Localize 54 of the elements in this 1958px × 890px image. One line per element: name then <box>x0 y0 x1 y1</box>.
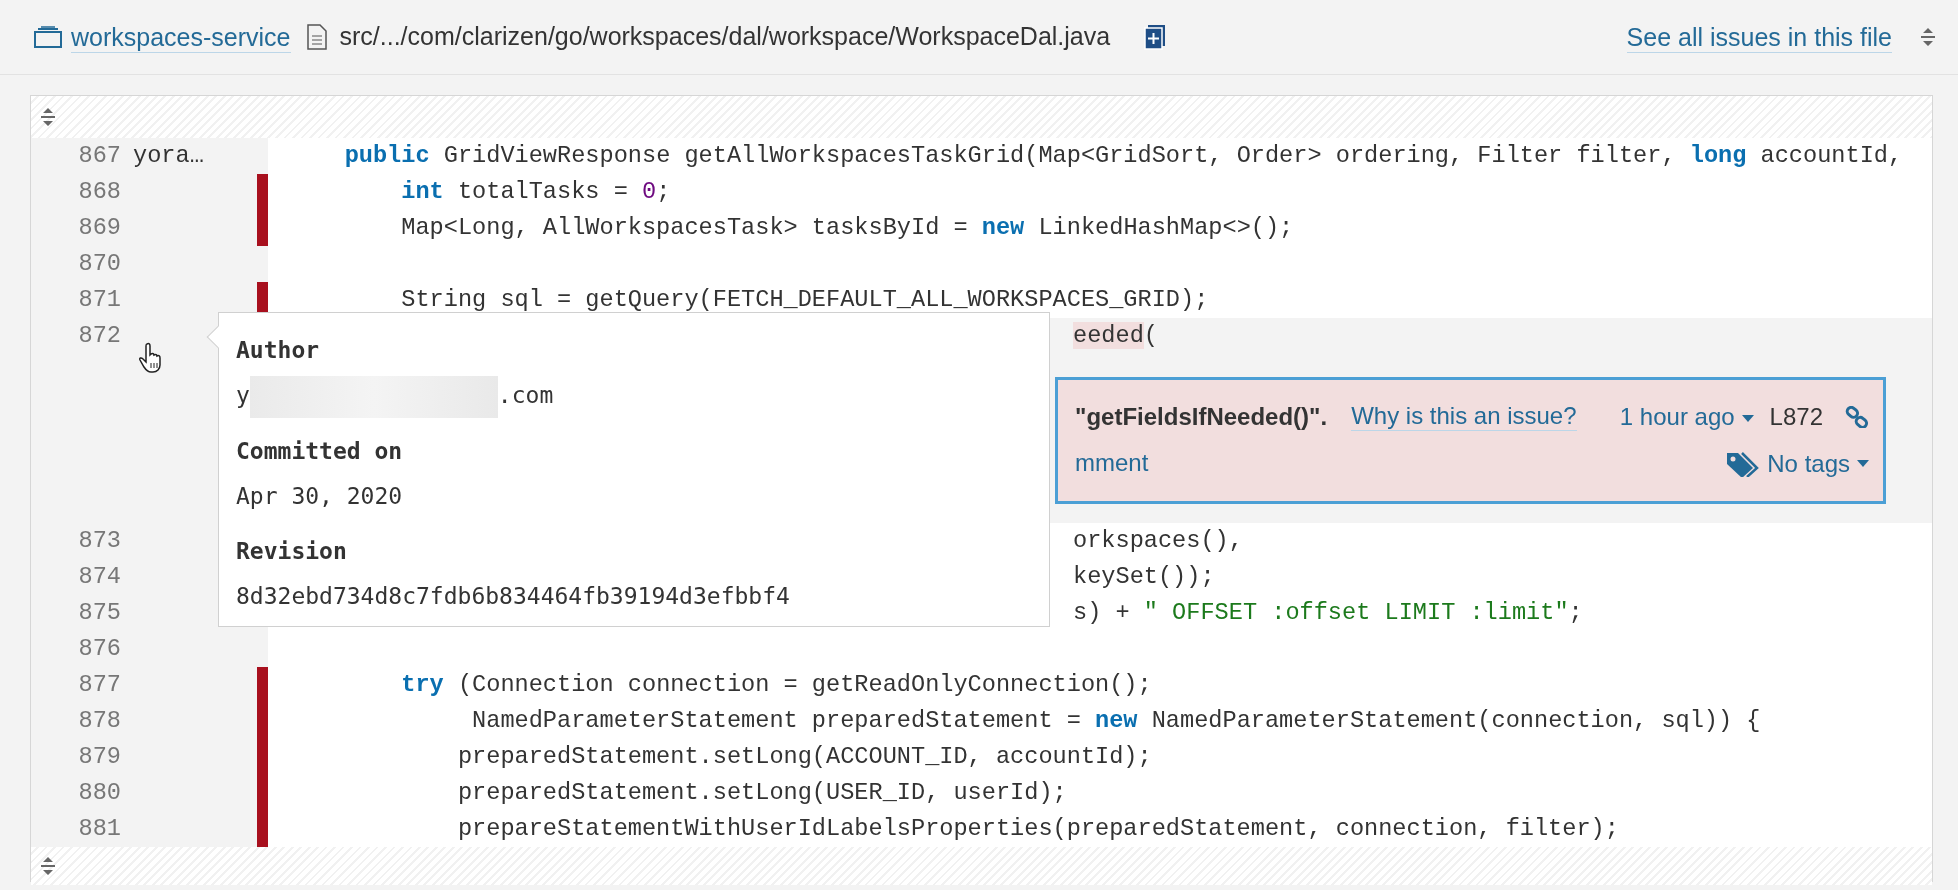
see-all-issues-link[interactable]: See all issues in this file <box>1626 21 1892 53</box>
code-line: preparedStatement.setLong(USER_ID, userId); <box>456 779 1067 807</box>
file-icon <box>306 24 327 50</box>
code-line: public GridViewResponse getAllWorkspacesTaskGrid(Map<GridSort, Order> ordering, Filter filter, long accountId, <box>343 142 1903 169</box>
expand-icon[interactable] <box>40 856 56 877</box>
line-number: 874 <box>77 562 122 593</box>
caret-icon <box>1857 459 1869 468</box>
commit-date: Apr 30, 2020 <box>236 481 404 511</box>
line-number: 873 <box>77 526 122 557</box>
stack-icon <box>34 26 62 48</box>
expand-icon[interactable] <box>1920 27 1936 47</box>
line-number: 870 <box>77 249 122 279</box>
tags-dropdown[interactable]: No tags <box>1725 448 1869 480</box>
document-plus-icon[interactable] <box>1144 24 1167 50</box>
code-line: String sql = getQuery(FETCH_DEFAULT_ALL_WORKSPACES_GRID); <box>400 286 1209 313</box>
line-number: 871 <box>77 285 122 315</box>
line-number: 877 <box>77 670 122 701</box>
caret-icon <box>1741 414 1754 423</box>
line-number: 876 <box>77 634 122 665</box>
link-icon[interactable] <box>1845 405 1869 428</box>
code-line: keySet()); <box>1073 563 1215 591</box>
code-line: preparedStatement.setLong(ACCOUNT_ID, accountId); <box>456 743 1152 771</box>
line-number: 880 <box>77 778 122 809</box>
line-number: 867 <box>77 141 122 171</box>
age-dropdown[interactable]: 1 hour ago <box>1619 401 1754 433</box>
author-email-start: y <box>236 382 250 408</box>
code-line: int totalTasks = 0; <box>400 178 671 205</box>
line-number: 869 <box>77 213 122 243</box>
code-line: NamedParameterStatement preparedStatement = new NamedParameterStatement(connection, sql)) { <box>471 707 1761 735</box>
why-issue-link[interactable]: Why is this an issue? <box>1351 401 1577 432</box>
popup-label: Author <box>236 336 321 365</box>
comment-link[interactable]: mment <box>1075 449 1149 479</box>
file-path: src/.../com/clarizen/go/workspaces/dal/workspace/WorkspaceDal.java <box>339 21 1111 53</box>
line-number: 872 <box>77 321 122 351</box>
line-number: 868 <box>77 177 122 207</box>
expand-icon[interactable] <box>40 107 56 127</box>
popup-label: Revision <box>236 536 348 566</box>
issue-message: "getFieldsIfNeeded()". <box>1075 402 1328 432</box>
line-number: 878 <box>77 706 122 737</box>
line-number: 881 <box>77 814 122 845</box>
author-name: yora… <box>133 142 204 169</box>
code-line: try (Connection connection = getReadOnlyConnection(); <box>400 671 1152 699</box>
line-reference: L872 <box>1769 402 1823 432</box>
code-line: orkspaces(), <box>1073 527 1243 555</box>
code-line: prepareStatementWithUserIdLabelsProperties(preparedStatement, connection, filter); <box>456 815 1619 843</box>
author-email-end: .com <box>497 382 554 408</box>
line-number: 879 <box>77 742 122 773</box>
tags-icon <box>1725 450 1760 477</box>
code-line: Map<Long, AllWorkspacesTask> tasksById = new LinkedHashMap<>(); <box>400 214 1294 241</box>
popup-label: Committed on <box>236 436 404 466</box>
code-line: s) + " OFFSET :offset LIMIT :limit"; <box>1073 599 1583 627</box>
revision-hash: 8d32ebd734d8c7fdb6b834464fb39194d3efbbf4 <box>236 581 791 611</box>
line-number: 875 <box>77 598 122 629</box>
project-link[interactable]: workspaces-service <box>71 21 291 53</box>
